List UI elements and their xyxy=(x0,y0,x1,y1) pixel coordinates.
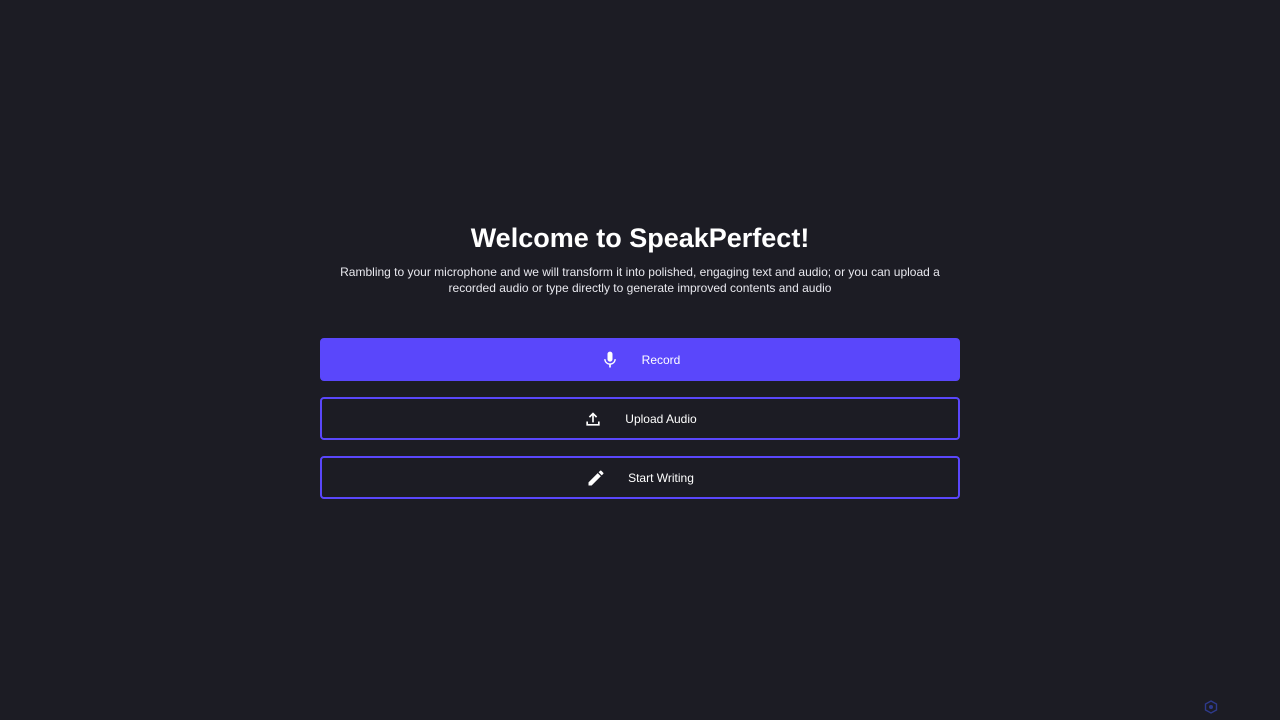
app-page: Welcome to SpeakPerfect! Rambling to you… xyxy=(0,0,1280,720)
corner-logo-icon xyxy=(1204,700,1218,714)
upload-audio-button-label: Upload Audio xyxy=(625,411,697,426)
start-writing-button-label: Start Writing xyxy=(628,470,694,485)
microphone-icon xyxy=(600,350,620,370)
record-button[interactable]: Record xyxy=(320,338,960,381)
pencil-icon xyxy=(586,468,606,488)
start-writing-button[interactable]: Start Writing xyxy=(320,456,960,499)
upload-audio-button[interactable]: Upload Audio xyxy=(320,397,960,440)
record-button-label: Record xyxy=(641,352,681,367)
upload-icon xyxy=(583,409,603,429)
page-title: Welcome to SpeakPerfect! xyxy=(470,223,810,253)
page-subtitle: Rambling to your microphone and we will … xyxy=(340,265,940,295)
action-buttons: Record Upload Audio Start Writing xyxy=(320,338,960,499)
welcome-panel: Welcome to SpeakPerfect! Rambling to you… xyxy=(320,222,960,499)
